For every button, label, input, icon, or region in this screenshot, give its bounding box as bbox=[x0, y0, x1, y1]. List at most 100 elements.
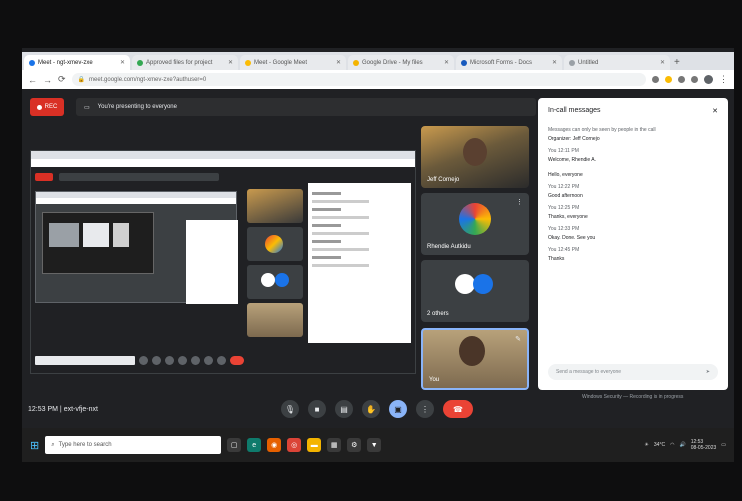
back-icon[interactable]: ← bbox=[28, 75, 37, 85]
menu-icon[interactable]: ⋮ bbox=[719, 74, 728, 85]
mini-participant-tile bbox=[247, 265, 303, 299]
more-options-icon: ⋮ bbox=[421, 404, 429, 414]
chat-input[interactable]: Send a message to everyone ➤ bbox=[548, 364, 718, 380]
clock[interactable]: 12:53 08-05-2023 bbox=[691, 439, 717, 451]
avatar bbox=[455, 274, 475, 294]
shared-tabstrip bbox=[31, 151, 415, 159]
close-icon[interactable]: ✕ bbox=[660, 59, 665, 66]
page-favicon-icon bbox=[137, 59, 143, 66]
windows-start-icon[interactable]: ⊞ bbox=[30, 439, 39, 452]
shared-chat-panel bbox=[308, 183, 411, 343]
camera-icon: ■ bbox=[314, 404, 320, 414]
captions-button[interactable]: ▤ bbox=[335, 400, 353, 418]
send-icon[interactable]: ➤ bbox=[706, 369, 710, 375]
browser-tab[interactable]: Microsoft Forms - Docs ✕ bbox=[456, 55, 562, 70]
store-icon[interactable]: ▦ bbox=[327, 438, 342, 452]
browser-tab[interactable]: Meet - ngt-xmev-zxe ✕ bbox=[24, 55, 130, 70]
system-tray: ☀ 34°C ◠ 🔊 12:53 08-05-2023 ▭ bbox=[644, 439, 726, 451]
raise-hand-button[interactable]: ✋ bbox=[362, 400, 380, 418]
participant-tile-self[interactable]: ✎ You bbox=[421, 328, 529, 390]
shared-rec-badge bbox=[35, 173, 53, 181]
chat-panel: In-call messages ✕ Messages can only be … bbox=[538, 98, 728, 390]
firefox-icon[interactable]: ◉ bbox=[267, 438, 282, 452]
chat-message: You 12:11 PM Welcome, Rhendie A. bbox=[548, 148, 596, 163]
mini-participant-tile bbox=[247, 303, 303, 337]
chat-message: You 12:25 PM Thanks, everyone bbox=[548, 205, 588, 220]
address-bar[interactable]: 🔒 meet.google.com/ngt-xmev-zxe?authuser=… bbox=[71, 73, 646, 86]
camera-button[interactable]: ■ bbox=[308, 400, 326, 418]
present-button[interactable]: ▣ bbox=[389, 400, 407, 418]
reload-icon[interactable]: ⟳ bbox=[58, 74, 66, 85]
extension-icon[interactable] bbox=[691, 76, 698, 83]
volume-icon[interactable]: 🔊 bbox=[679, 442, 685, 448]
mini-participant-tile bbox=[247, 227, 303, 261]
more-options-button[interactable]: ⋮ bbox=[416, 400, 434, 418]
close-icon[interactable]: ✕ bbox=[228, 59, 233, 66]
close-icon[interactable]: ✕ bbox=[336, 59, 341, 66]
participant-tile[interactable]: 2 others bbox=[421, 260, 529, 322]
forward-icon[interactable]: → bbox=[43, 75, 52, 85]
app-icon[interactable]: ▼ bbox=[367, 438, 382, 452]
nested-chat-panel bbox=[186, 220, 238, 304]
meet-favicon-icon bbox=[29, 59, 35, 66]
chat-message: Hello, everyone bbox=[548, 172, 583, 178]
chat-message: You 12:45 PM Thanks bbox=[548, 247, 580, 262]
new-tab-icon[interactable]: + bbox=[674, 55, 680, 70]
more-options-icon[interactable]: ⋮ bbox=[516, 198, 523, 206]
close-icon[interactable]: ✕ bbox=[120, 59, 125, 66]
taskbar-search[interactable]: ⌕ Type here to search bbox=[45, 436, 222, 454]
security-notification: Windows Security — Recording is in progr… bbox=[582, 394, 684, 400]
close-icon[interactable]: ✕ bbox=[444, 59, 449, 66]
screen: Meet - ngt-xmev-zxe ✕ Approved files for … bbox=[22, 48, 734, 462]
pin-icon[interactable]: ✎ bbox=[515, 335, 521, 343]
notification-center-icon[interactable]: ▭ bbox=[721, 442, 726, 448]
chat-title: In-call messages bbox=[548, 107, 601, 114]
recording-badge: REC bbox=[30, 98, 64, 116]
page-favicon-icon bbox=[353, 59, 359, 66]
extension-icon[interactable] bbox=[678, 76, 685, 83]
browser-tab[interactable]: Untitled ✕ bbox=[564, 55, 670, 70]
shared-toolbar bbox=[31, 159, 415, 167]
browser-tab[interactable]: Approved files for project ✕ bbox=[132, 55, 238, 70]
participant-video bbox=[463, 138, 487, 166]
presenting-notice: ▭ You're presenting to everyone bbox=[76, 98, 536, 116]
edge-icon[interactable]: e bbox=[247, 438, 262, 452]
shared-notice bbox=[59, 173, 219, 181]
taskbar: ⊞ ⌕ Type here to search ▢ e ◉ ◎ ▬ ▦ ⚙ ▼ … bbox=[22, 428, 734, 462]
shared-stage bbox=[31, 167, 415, 373]
close-icon[interactable]: ✕ bbox=[712, 107, 718, 115]
wifi-icon[interactable]: ◠ bbox=[670, 442, 674, 448]
participant-tile[interactable]: ⋮ Rhendie Autkidu bbox=[421, 193, 529, 255]
extension-icon[interactable] bbox=[665, 76, 672, 83]
mic-button[interactable]: 🎙 bbox=[281, 400, 299, 418]
lock-icon: 🔒 bbox=[77, 77, 86, 83]
record-dot-icon bbox=[36, 104, 42, 110]
mic-icon: 🎙 bbox=[284, 404, 296, 414]
chrome-icon[interactable]: ◎ bbox=[287, 438, 302, 452]
mini-participant-tile bbox=[247, 189, 303, 223]
nested-deeper-share bbox=[42, 212, 154, 274]
browser-tabstrip: Meet - ngt-xmev-zxe ✕ Approved files for … bbox=[22, 52, 734, 70]
participant-tile[interactable]: Jeff Cornejo bbox=[421, 126, 529, 188]
close-icon[interactable]: ✕ bbox=[552, 59, 557, 66]
avatar bbox=[459, 203, 491, 235]
extension-icon[interactable] bbox=[652, 76, 659, 83]
task-view-icon[interactable]: ▢ bbox=[227, 438, 242, 452]
hand-icon: ✋ bbox=[366, 404, 376, 414]
browser-tab[interactable]: Meet - Google Meet ✕ bbox=[240, 55, 346, 70]
presentation-view bbox=[30, 150, 416, 374]
chat-message: Messages can only be seen by people in t… bbox=[548, 127, 656, 142]
avatar[interactable] bbox=[704, 75, 713, 84]
page-favicon-icon bbox=[245, 59, 251, 66]
meeting-time: 12:53 PM | ext-vfje-nxt bbox=[28, 406, 98, 413]
page-favicon-icon bbox=[461, 59, 467, 66]
end-call-button[interactable]: ☎ bbox=[443, 400, 473, 418]
browser-toolbar: ← → ⟳ 🔒 meet.google.com/ngt-xmev-zxe?aut… bbox=[22, 70, 734, 89]
chat-message: You 12:33 PM Okay. Done. See you bbox=[548, 226, 596, 241]
browser-tab[interactable]: Google Drive - My files ✕ bbox=[348, 55, 454, 70]
file-explorer-icon[interactable]: ▬ bbox=[307, 438, 322, 452]
chat-message: You 12:22 PM Good afternoon bbox=[548, 184, 583, 199]
phone-hangup-icon: ☎ bbox=[453, 404, 463, 414]
weather-icon: ☀ bbox=[644, 442, 649, 448]
settings-icon[interactable]: ⚙ bbox=[347, 438, 362, 452]
